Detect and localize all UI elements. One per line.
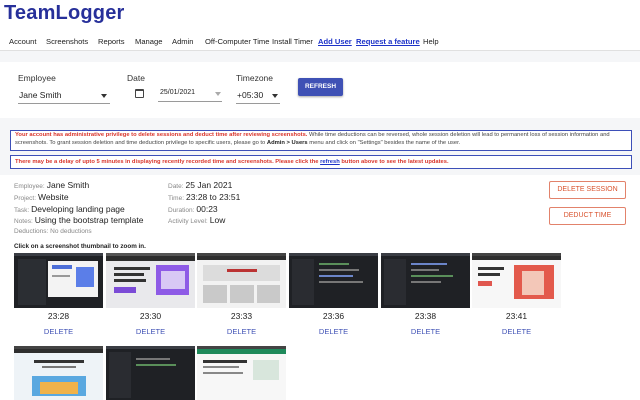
session-time-label: Time:	[168, 195, 185, 202]
session-task-label: Task:	[14, 207, 30, 214]
admin-alert-warning: Your account has administrative privileg…	[15, 132, 308, 138]
screenshot-time: 23:30	[139, 311, 162, 321]
session-project-label: Project:	[14, 195, 37, 202]
screenshot-time: 23:41	[505, 311, 528, 321]
screenshot-thumbnail[interactable]	[106, 253, 195, 308]
session-notes-label: Notes:	[14, 218, 33, 225]
session-time-value: 23:28 to 23:51	[186, 192, 241, 202]
nav-off-computer-time[interactable]: Off-Computer Time	[205, 37, 269, 46]
deduct-time-button[interactable]: DEDUCT TIME	[549, 207, 626, 225]
session-date-label: Date:	[168, 183, 184, 190]
timezone-filter-label: Timezone	[236, 73, 274, 83]
session-activity-value: Low	[209, 215, 226, 225]
nav-help[interactable]: Help	[423, 37, 439, 46]
delete-screenshot-button[interactable]: DELETE	[14, 327, 103, 336]
screenshot-time: 23:28	[47, 311, 70, 321]
delay-alert-refresh-link[interactable]: refresh	[320, 159, 340, 165]
screenshot-thumbnail[interactable]	[106, 346, 195, 400]
nav-divider	[0, 50, 640, 51]
delay-alert-text-1: There may be a delay of upto 5 minutes i…	[15, 159, 321, 165]
session-task: Task: Developing landing page	[14, 204, 125, 214]
screenshot-thumbnail[interactable]	[289, 253, 378, 308]
session-duration-value: 00:23	[196, 204, 218, 214]
session-notes-value: Using the bootstrap template	[34, 215, 144, 225]
date-input-underline	[158, 101, 222, 102]
date-input[interactable]: 25/01/2021	[160, 89, 195, 96]
nav-manage[interactable]: Manage	[135, 37, 162, 46]
session-employee-label: Employee:	[14, 183, 45, 190]
delete-screenshot-button[interactable]: DELETE	[289, 327, 378, 336]
screenshot-thumbnail[interactable]	[14, 346, 103, 400]
screenshot-thumbnail[interactable]	[381, 253, 470, 308]
session-employee: Employee: Jane Smith	[14, 180, 89, 190]
date-filter-label: Date	[127, 73, 145, 83]
nav-add-user[interactable]: Add User	[318, 37, 352, 46]
delay-alert-text-2: button above to see the latest updates.	[339, 159, 449, 165]
session-time: Time: 23:28 to 23:51	[168, 192, 240, 202]
session-project-value: Website	[38, 192, 69, 202]
session-employee-value: Jane Smith	[46, 180, 90, 190]
date-dropdown-icon[interactable]	[215, 92, 221, 96]
app-logo[interactable]: TeamLogger	[4, 2, 125, 25]
main-nav: Account Screenshots Reports Manage Admin…	[0, 34, 640, 50]
screenshot-thumbnail[interactable]	[14, 253, 103, 308]
session-duration: Duration: 00:23	[168, 204, 218, 214]
admin-users-menu-ref: Admin > Users	[266, 139, 308, 146]
admin-privilege-alert: Your account has administrative privileg…	[10, 130, 632, 151]
screenshot-thumbnail[interactable]	[197, 346, 286, 400]
employee-dropdown-icon[interactable]	[101, 94, 107, 98]
session-date-value: 25 Jan 2021	[185, 180, 233, 190]
employee-select-underline	[18, 103, 110, 104]
session-project: Project: Website	[14, 192, 69, 202]
timezone-select-underline	[236, 103, 280, 104]
session-duration-label: Duration:	[168, 207, 195, 214]
session-date: Date: 25 Jan 2021	[168, 180, 232, 190]
screenshot-thumbnail[interactable]	[197, 253, 286, 308]
session-activity-label: Activity Level:	[168, 218, 208, 225]
delete-session-button[interactable]: DELETE SESSION	[549, 181, 626, 199]
employee-select[interactable]: Jane Smith	[19, 90, 62, 100]
timezone-dropdown-icon[interactable]	[272, 94, 278, 98]
screenshot-time: 23:38	[414, 311, 437, 321]
screenshot-time: 23:36	[322, 311, 345, 321]
calendar-icon[interactable]	[135, 89, 144, 98]
nav-reports[interactable]: Reports	[98, 37, 125, 46]
refresh-button[interactable]: REFRESH	[298, 78, 343, 96]
delete-screenshot-button[interactable]: DELETE	[472, 327, 561, 336]
nav-admin[interactable]: Admin	[172, 37, 194, 46]
admin-alert-text-2: menu and click on "Settings" besides the…	[307, 139, 461, 146]
delay-alert: There may be a delay of upto 5 minutes i…	[10, 155, 632, 169]
session-notes: Notes: Using the bootstrap template	[14, 215, 143, 225]
delete-screenshot-button[interactable]: DELETE	[381, 327, 470, 336]
employee-filter-label: Employee	[18, 73, 56, 83]
screenshot-thumbnail[interactable]	[472, 253, 561, 308]
session-deductions: Deductions: No deductions	[14, 228, 92, 235]
delete-screenshot-button[interactable]: DELETE	[106, 327, 195, 336]
timezone-select[interactable]: +05:30	[237, 90, 263, 100]
nav-install-timer[interactable]: Install Timer	[272, 37, 313, 46]
nav-screenshots[interactable]: Screenshots	[46, 37, 88, 46]
nav-request-feature[interactable]: Request a feature	[356, 37, 420, 46]
session-activity: Activity Level: Low	[168, 215, 225, 225]
screenshot-time: 23:33	[230, 311, 253, 321]
top-bar: TeamLogger Account Screenshots Reports M…	[0, 0, 640, 51]
session-task-value: Developing landing page	[31, 204, 125, 214]
nav-account[interactable]: Account	[9, 37, 36, 46]
zoom-hint: Click on a screenshot thumbnail to zoom …	[14, 243, 146, 250]
delete-screenshot-button[interactable]: DELETE	[197, 327, 286, 336]
